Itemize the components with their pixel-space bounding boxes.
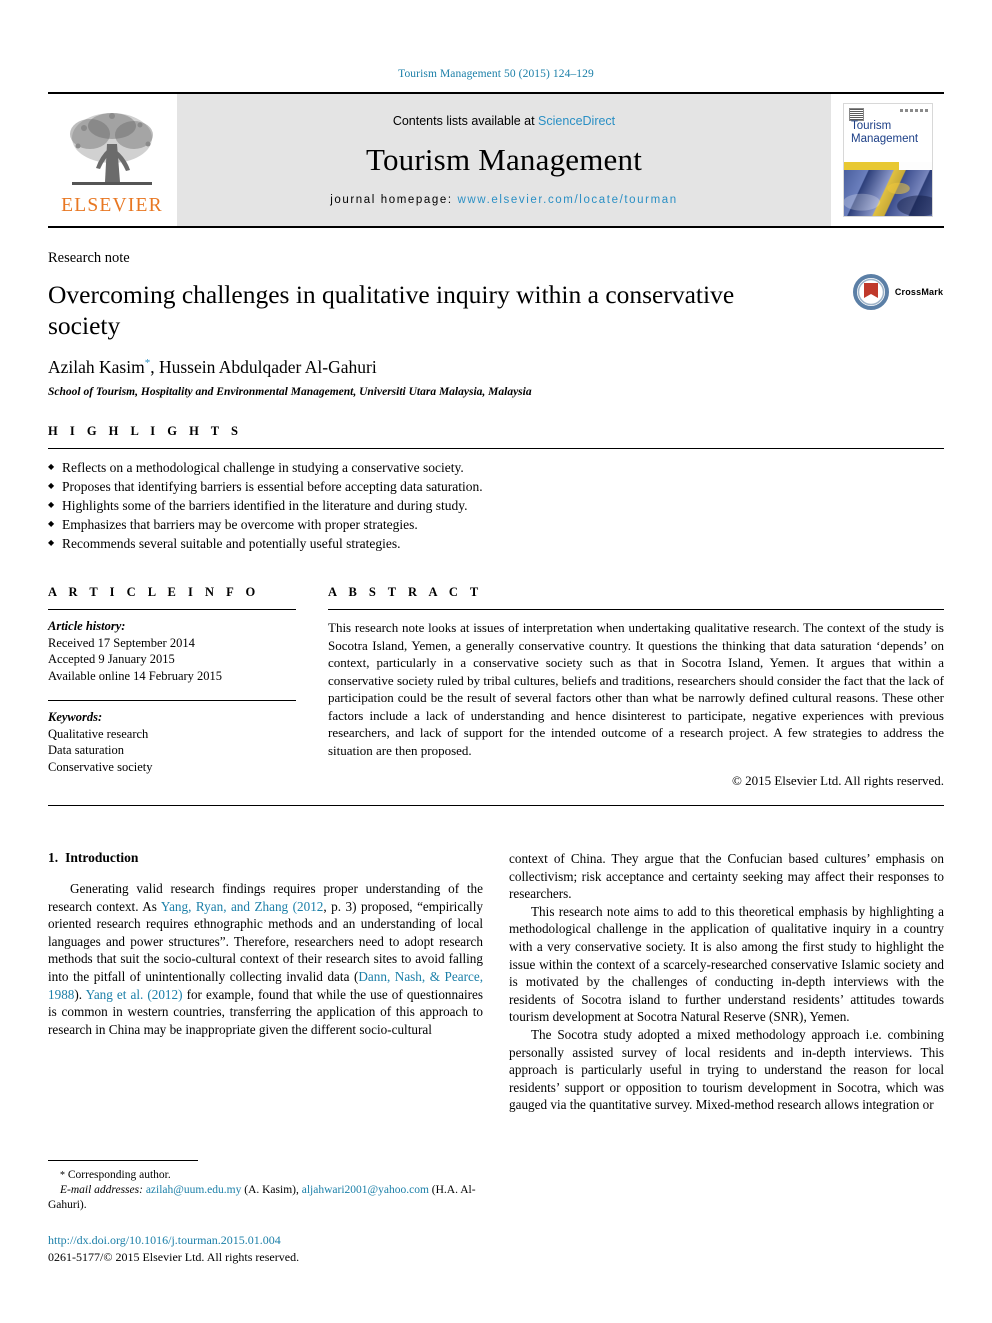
affiliation: School of Tourism, Hospitality and Envir… bbox=[48, 386, 532, 398]
info-abstract-row: A R T I C L E I N F O Article history: R… bbox=[48, 585, 944, 789]
abstract-divider bbox=[328, 609, 944, 610]
paragraph-text: ). bbox=[74, 986, 86, 1002]
article-history-label: Article history: bbox=[48, 619, 126, 633]
article-history: Article history: Received 17 September 2… bbox=[48, 618, 296, 684]
abstract-copyright: © 2015 Elsevier Ltd. All rights reserved… bbox=[731, 773, 944, 788]
cover-top: Tourism Management bbox=[844, 104, 932, 162]
corresponding-author-note: * Corresponding author. bbox=[48, 1168, 496, 1183]
author-list: Azilah Kasim*, Hussein Abdulqader Al-Gah… bbox=[48, 357, 944, 378]
list-item: Recommends several suitable and potentia… bbox=[48, 533, 944, 553]
abstract-section: A B S T R A C T This research note looks… bbox=[328, 585, 944, 789]
section-title: Introduction bbox=[65, 850, 139, 865]
crossmark-label: CrossMark bbox=[894, 287, 944, 297]
keywords-divider bbox=[48, 700, 296, 701]
issn-copyright: 0261-5177/© 2015 Elsevier Ltd. All right… bbox=[48, 1250, 300, 1264]
sciencedirect-link[interactable]: ScienceDirect bbox=[538, 114, 615, 128]
article-page: Tourism Management 50 (2015) 124–129 ELS… bbox=[0, 0, 992, 1323]
highlights-list: Reflects on a methodological challenge i… bbox=[48, 457, 944, 553]
email-label: E-mail addresses: bbox=[60, 1184, 143, 1196]
list-item: Highlights some of the barriers identifi… bbox=[48, 495, 944, 515]
history-available-online: Available online 14 February 2015 bbox=[48, 668, 223, 683]
cover-photo-collage bbox=[844, 170, 932, 216]
masthead-center: Contents lists available at ScienceDirec… bbox=[176, 94, 832, 226]
abstract-bottom-divider bbox=[48, 805, 944, 806]
keyword-item: Conservative society bbox=[48, 759, 153, 774]
highlights-section: H I G H L I G H T S Reflects on a method… bbox=[48, 424, 944, 553]
body-column-left: 1. Introduction Generating valid research… bbox=[48, 850, 483, 1114]
article-info-section: A R T I C L E I N F O Article history: R… bbox=[48, 585, 296, 789]
abstract-heading: A B S T R A C T bbox=[328, 585, 483, 599]
journal-homepage-line: journal homepage: www.elsevier.com/locat… bbox=[330, 194, 678, 206]
homepage-prefix: journal homepage: bbox=[330, 194, 458, 206]
history-accepted: Accepted 9 January 2015 bbox=[48, 652, 175, 666]
cover-yellow-band bbox=[844, 162, 899, 170]
paragraph: Generating valid research findings requi… bbox=[48, 880, 483, 1038]
email-link-1[interactable]: azilah@uum.edu.my bbox=[146, 1184, 242, 1196]
highlights-divider bbox=[48, 448, 944, 449]
section-number: 1. bbox=[48, 850, 59, 865]
corresponding-marker: * bbox=[60, 1170, 65, 1181]
elsevier-logo: ELSEVIER bbox=[48, 94, 176, 226]
title-block: Research note Overcoming challenges in q… bbox=[48, 250, 944, 398]
keyword-item: Data saturation bbox=[48, 743, 125, 757]
keywords-block: Keywords: Qualitative research Data satu… bbox=[48, 709, 296, 775]
article-info-divider bbox=[48, 609, 296, 610]
author-name-1: Azilah Kasim bbox=[48, 357, 145, 377]
elsevier-tree-icon bbox=[70, 112, 153, 185]
paragraph: This research note aims to add to this t… bbox=[509, 903, 944, 1025]
cover-issn-bar bbox=[900, 109, 928, 112]
abstract-text: This research note looks at issues of in… bbox=[328, 620, 944, 758]
body-column-right: context of China. They argue that the Co… bbox=[509, 850, 944, 1114]
cover-title-line2: Management bbox=[851, 132, 919, 145]
list-item: Emphasizes that barriers may be overcome… bbox=[48, 514, 944, 534]
email-addresses-note: E-mail addresses: azilah@uum.edu.my (A. … bbox=[48, 1183, 496, 1213]
article-type: Research note bbox=[48, 250, 130, 266]
page-title: Overcoming challenges in qualitative inq… bbox=[48, 280, 735, 340]
footnote-divider bbox=[48, 1160, 198, 1161]
paragraph: The Socotra study adopted a mixed method… bbox=[509, 1026, 944, 1113]
crossmark-badge[interactable]: CrossMark bbox=[852, 274, 944, 310]
doi-link[interactable]: http://dx.doi.org/10.1016/j.tourman.2015… bbox=[48, 1233, 496, 1248]
cover-title: Tourism Management bbox=[851, 120, 918, 145]
citation-link[interactable]: Yang et al. (2012) bbox=[86, 987, 183, 1002]
article-info-heading: A R T I C L E I N F O bbox=[48, 585, 260, 599]
cover-image: Tourism Management bbox=[843, 103, 933, 217]
journal-homepage-link[interactable]: www.elsevier.com/locate/tourman bbox=[458, 194, 678, 206]
highlights-heading: H I G H L I G H T S bbox=[48, 424, 243, 438]
running-head: Tourism Management 50 (2015) 124–129 bbox=[398, 68, 594, 80]
email-owner-1: (A. Kasim), bbox=[244, 1184, 299, 1196]
email-link-2[interactable]: aljahwari2001@yahoo.com bbox=[302, 1184, 429, 1196]
contents-prefix: Contents lists available at bbox=[392, 114, 539, 128]
body-columns: 1. Introduction Generating valid research… bbox=[48, 850, 944, 1114]
keywords-label: Keywords: bbox=[48, 710, 103, 724]
corresponding-text: Corresponding author. bbox=[67, 1169, 171, 1181]
author-name-2: , Hussein Abdulqader Al-Gahuri bbox=[150, 357, 377, 377]
elsevier-wordmark: ELSEVIER bbox=[61, 194, 163, 216]
citation-link[interactable]: Yang, Ryan, and Zhang (2012 bbox=[161, 899, 324, 914]
paragraph: context of China. They argue that the Co… bbox=[509, 851, 944, 902]
journal-masthead: ELSEVIER Contents lists available at Sci… bbox=[48, 92, 944, 228]
journal-cover-thumbnail: Tourism Management bbox=[832, 94, 944, 226]
list-item: Proposes that identifying barriers is es… bbox=[48, 476, 944, 496]
keyword-item: Qualitative research bbox=[48, 726, 149, 741]
history-received: Received 17 September 2014 bbox=[48, 635, 195, 650]
footnote-area: * Corresponding author. E-mail addresses… bbox=[48, 1160, 496, 1265]
journal-title: Tourism Management bbox=[365, 142, 643, 177]
list-item: Reflects on a methodological challenge i… bbox=[48, 457, 944, 477]
contents-available-line: Contents lists available at ScienceDirec… bbox=[393, 114, 615, 128]
section-heading-introduction: 1. Introduction bbox=[48, 850, 483, 866]
cover-title-line1: Tourism bbox=[851, 120, 892, 132]
crossmark-icon bbox=[852, 274, 889, 310]
